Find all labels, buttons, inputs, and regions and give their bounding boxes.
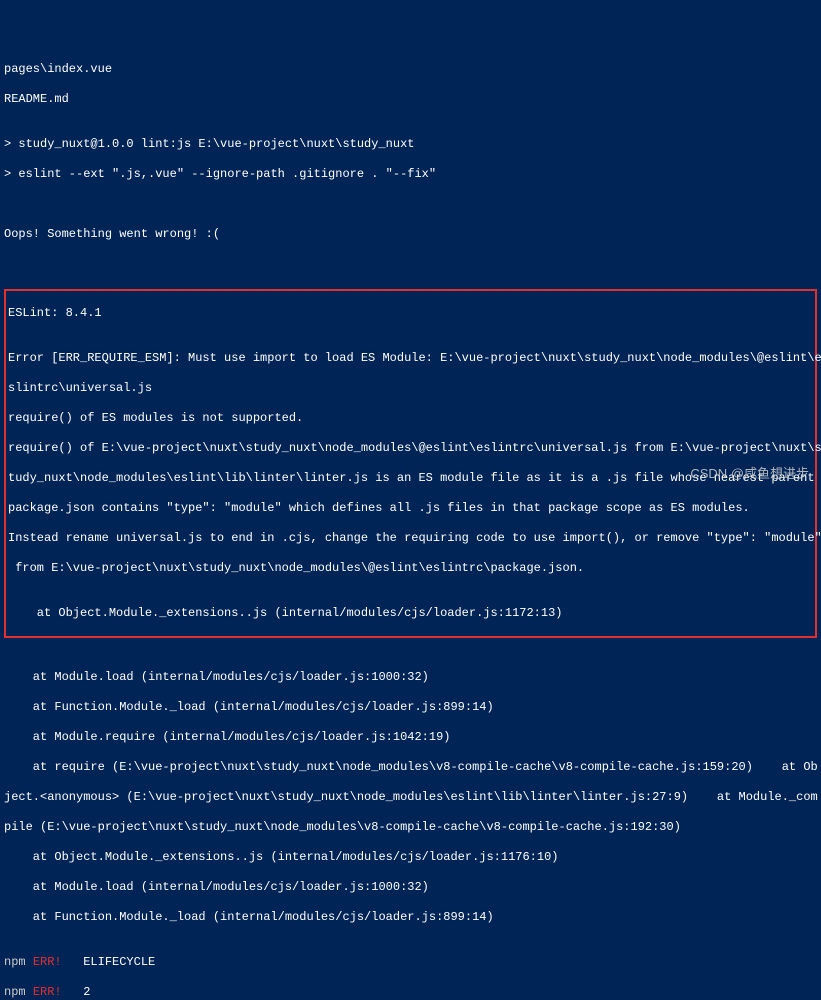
error-highlight-box: ESLint: 8.4.1 Error [ERR_REQUIRE_ESM]: M…	[4, 289, 817, 638]
npm-prefix: npm	[4, 985, 33, 999]
stack-trace-line: at Module.load (internal/modules/cjs/loa…	[4, 880, 817, 895]
stack-trace-line: at Module.load (internal/modules/cjs/loa…	[4, 670, 817, 685]
stack-trace-line: at Function.Module._load (internal/modul…	[4, 910, 817, 925]
error-message-line: Error [ERR_REQUIRE_ESM]: Must use import…	[8, 351, 813, 366]
stack-trace-line: ject.<anonymous> (E:\vue-project\nuxt\st…	[4, 790, 817, 805]
error-message-line: Instead rename universal.js to end in .c…	[8, 531, 813, 546]
watermark-text: CSDN @咸鱼想进步	[690, 466, 809, 482]
error-message-line: slintrc\universal.js	[8, 381, 813, 396]
npm-error-text: ELIFECYCLE	[62, 955, 156, 969]
stack-trace-line: at require (E:\vue-project\nuxt\study_nu…	[4, 760, 817, 775]
stack-trace-line: at Function.Module._load (internal/modul…	[4, 700, 817, 715]
npm-command-line: > eslint --ext ".js,.vue" --ignore-path …	[4, 167, 817, 182]
error-message-line: from E:\vue-project\nuxt\study_nuxt\node…	[8, 561, 813, 576]
stack-trace-line: at Object.Module._extensions..js (intern…	[4, 850, 817, 865]
stack-trace-line: at Module.require (internal/modules/cjs/…	[4, 730, 817, 745]
stack-trace-line: at Object.Module._extensions..js (intern…	[8, 606, 813, 621]
npm-error-text: 2	[62, 985, 91, 999]
file-path-line: pages\index.vue	[4, 62, 817, 77]
oops-line: Oops! Something went wrong! :(	[4, 227, 817, 242]
npm-error-line: npm ERR! ELIFECYCLE	[4, 955, 817, 970]
error-message-line: require() of ES modules is not supported…	[8, 411, 813, 426]
npm-error-line: npm ERR! 2	[4, 985, 817, 1000]
stack-trace-line: pile (E:\vue-project\nuxt\study_nuxt\nod…	[4, 820, 817, 835]
npm-prefix: npm	[4, 955, 33, 969]
error-badge: ERR!	[33, 955, 62, 969]
error-badge: ERR!	[33, 985, 62, 999]
eslint-version-line: ESLint: 8.4.1	[8, 306, 813, 321]
file-path-line: README.md	[4, 92, 817, 107]
error-message-line: require() of E:\vue-project\nuxt\study_n…	[8, 441, 813, 456]
npm-script-line: > study_nuxt@1.0.0 lint:js E:\vue-projec…	[4, 137, 817, 152]
error-message-line: package.json contains "type": "module" w…	[8, 501, 813, 516]
